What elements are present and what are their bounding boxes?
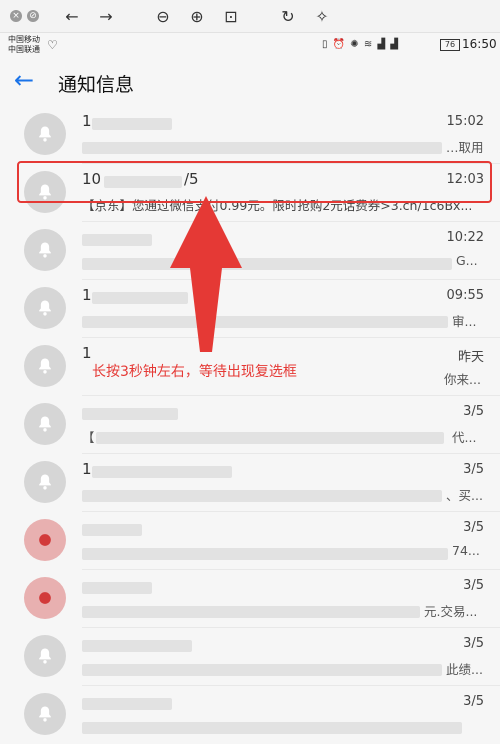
arrow-shape [170, 196, 242, 352]
annotation-text: 长按3秒钟左右，等待出现复选框 [92, 364, 297, 380]
